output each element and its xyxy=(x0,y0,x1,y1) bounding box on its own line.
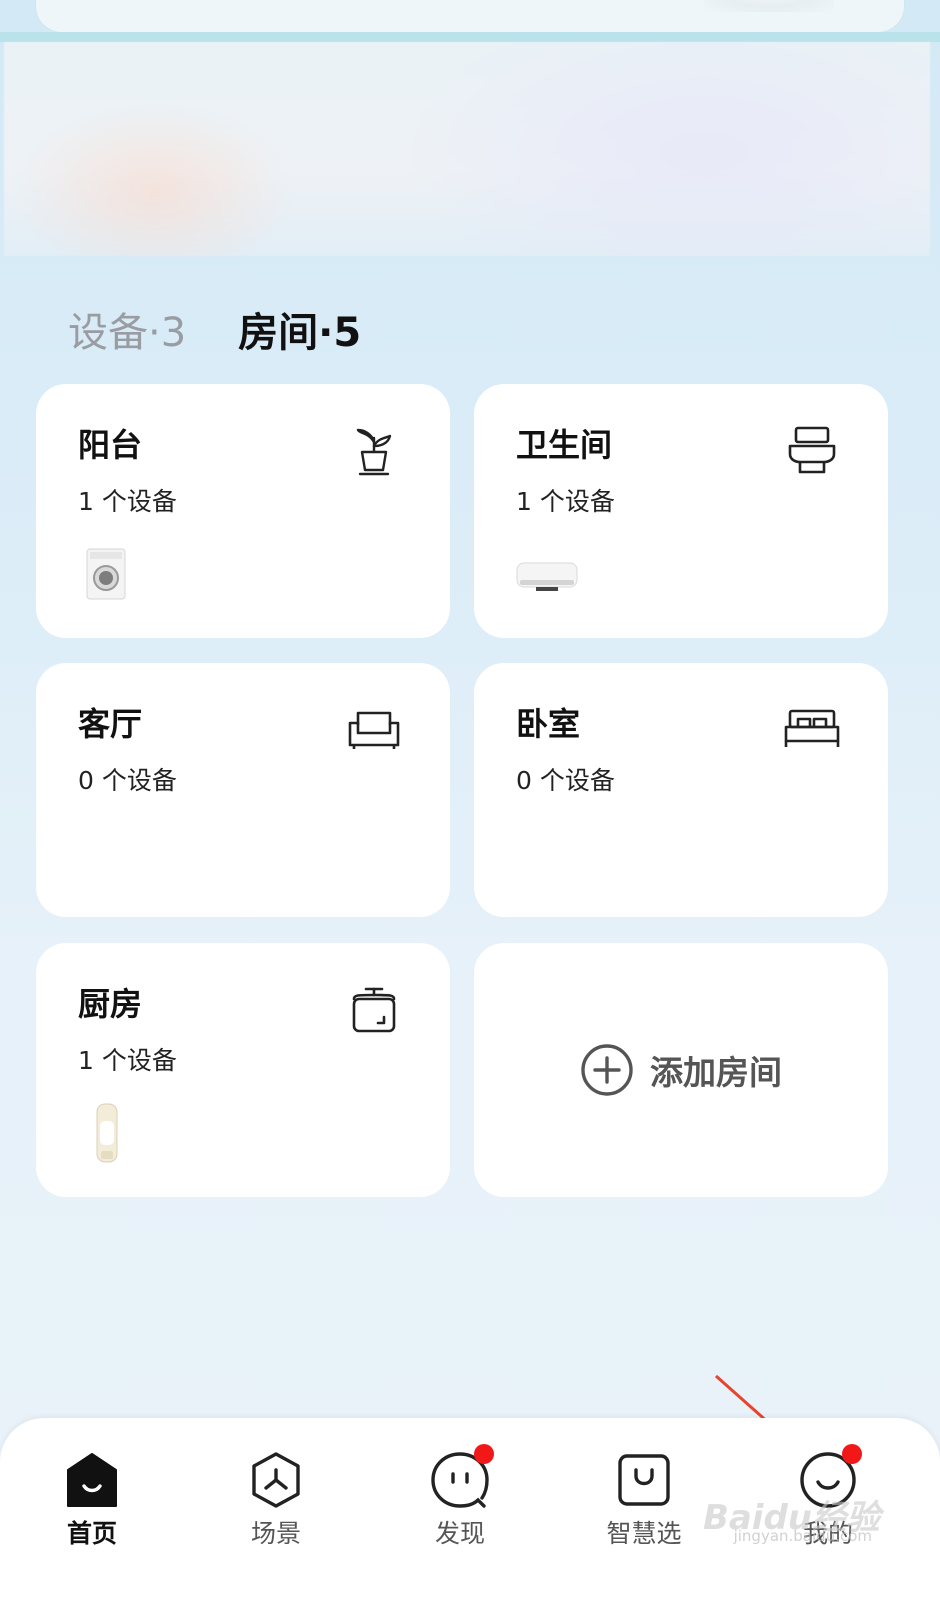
room-device-count: 1 个设备 xyxy=(78,1046,177,1075)
tab-rooms[interactable]: 房间·5 xyxy=(238,300,361,358)
washing-machine-thumb xyxy=(86,548,126,600)
water-heater-thumb xyxy=(516,562,578,591)
plus-circle-icon xyxy=(581,1044,633,1096)
shopping-bag-icon xyxy=(618,1454,670,1506)
notification-badge xyxy=(474,1444,494,1464)
room-card-bedroom[interactable]: 卧室 0 个设备 xyxy=(474,663,888,917)
nav-scenes[interactable]: 场景 xyxy=(216,1450,336,1550)
room-name: 卫生间 xyxy=(516,426,613,464)
room-name: 客厅 xyxy=(78,705,143,743)
top-figure-image xyxy=(704,0,834,12)
dispenser-thumb xyxy=(96,1103,118,1163)
tab-devices[interactable]: 设备·3 xyxy=(68,300,186,358)
divider xyxy=(0,32,940,42)
nav-discover[interactable]: 发现 xyxy=(400,1444,520,1550)
room-name: 阳台 xyxy=(78,426,143,464)
room-device-count: 1 个设备 xyxy=(516,487,615,516)
room-name: 厨房 xyxy=(78,985,143,1023)
plant-pot-icon xyxy=(356,428,392,476)
bed-icon xyxy=(784,709,840,747)
watermark-url: jingyan.baidu.com xyxy=(733,1527,872,1545)
room-card-balcony[interactable]: 阳台 1 个设备 xyxy=(36,384,450,638)
nav-label: 首页 xyxy=(66,1519,117,1548)
notification-badge xyxy=(842,1444,862,1464)
room-device-count: 0 个设备 xyxy=(78,766,177,795)
scene-hexagon-icon xyxy=(252,1452,300,1508)
room-card-kitchen[interactable]: 厨房 1 个设备 xyxy=(36,943,450,1197)
room-card-living-room[interactable]: 客厅 0 个设备 xyxy=(36,663,450,917)
nav-label: 发现 xyxy=(434,1519,485,1548)
top-card[interactable] xyxy=(36,0,904,32)
rice-cooker-icon xyxy=(352,987,396,1033)
discover-icon-wrap xyxy=(430,1444,494,1510)
banner-image[interactable] xyxy=(4,42,930,256)
room-name: 卧室 xyxy=(516,705,581,743)
room-device-count: 0 个设备 xyxy=(516,766,615,795)
nav-home[interactable]: 首页 xyxy=(32,1450,152,1550)
home-icon xyxy=(67,1453,117,1507)
room-device-count: 1 个设备 xyxy=(78,487,177,516)
nav-smart-select[interactable]: 智慧选 xyxy=(584,1450,704,1550)
sofa-icon xyxy=(348,711,400,749)
nav-label: 场景 xyxy=(250,1519,301,1548)
nav-label: 智慧选 xyxy=(606,1519,682,1548)
toilet-icon xyxy=(788,426,836,474)
add-room-card[interactable]: 添加房间 xyxy=(474,943,888,1197)
tab-bar: 设备·3 房间·5 xyxy=(68,300,361,360)
room-card-bathroom[interactable]: 卫生间 1 个设备 xyxy=(474,384,888,638)
add-room-label: 添加房间 xyxy=(650,1053,782,1092)
